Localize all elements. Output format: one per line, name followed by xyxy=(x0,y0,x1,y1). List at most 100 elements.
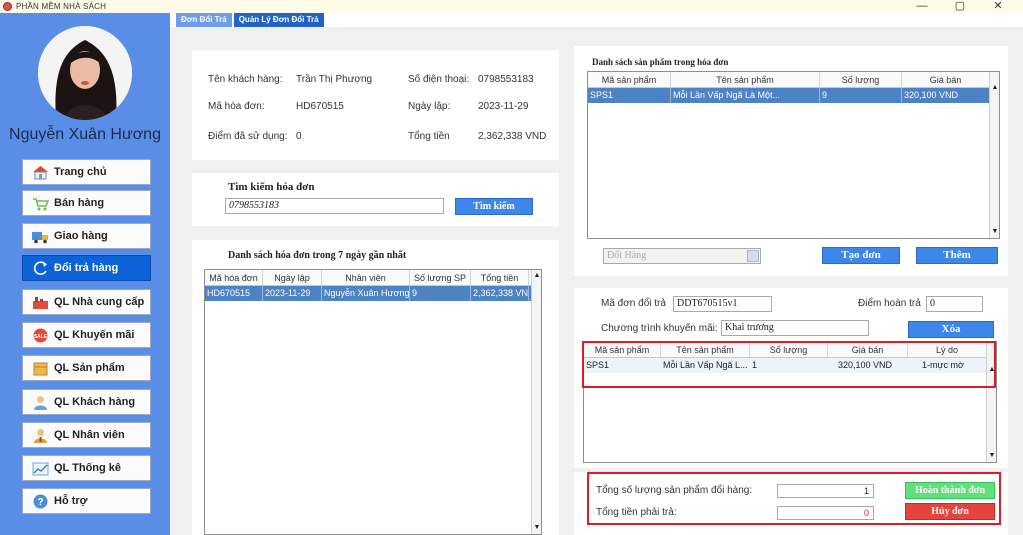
menu-label: Bán hàng xyxy=(54,197,105,209)
table-row[interactable]: SPS1 Mỗi Lần Vấp Ngã Là Một... 9 320,100… xyxy=(588,88,999,103)
table-cell: Mỗi Lần Vấp Ngã Là Một... xyxy=(671,88,820,103)
chevron-down-icon[interactable] xyxy=(747,250,759,262)
return-type-select[interactable]: Đổi Hàng xyxy=(603,248,761,264)
date-value: 2023-11-29 xyxy=(478,101,529,112)
search-title: Tìm kiếm hóa đơn xyxy=(228,181,315,193)
maximize-button[interactable]: ▢ xyxy=(941,0,979,13)
table-row[interactable]: HD670515 2023-11-29 Nguyễn Xuân Hương 9 … xyxy=(205,286,541,301)
scrollbar[interactable]: ▲ ▼ xyxy=(989,72,999,238)
menu-help[interactable]: ? Hỗ trợ xyxy=(22,488,151,514)
refund-points-label: Điểm hoàn trả xyxy=(858,298,921,309)
invoice-label: Mã hóa đơn: xyxy=(208,101,265,112)
scroll-down-icon[interactable]: ▼ xyxy=(532,522,541,534)
cart-icon xyxy=(32,196,50,211)
search-button[interactable]: Tìm kiếm xyxy=(455,198,533,215)
menu-label: Trang chủ xyxy=(54,166,107,178)
column-header[interactable]: Tên sản phẩm xyxy=(671,72,820,87)
menu-label: QL Nhà cung cấp xyxy=(54,296,145,308)
scroll-down-icon[interactable]: ▼ xyxy=(990,226,999,238)
total-value: 2,362,338 VND xyxy=(478,131,547,142)
recent-invoices-table: Mã hóa đơn Ngày lập Nhân viên Số lượng S… xyxy=(204,269,542,535)
column-header[interactable]: Giá bán xyxy=(902,72,990,87)
menu-label: Đổi trả hàng xyxy=(54,262,119,274)
menu-returns[interactable]: Đổi trả hàng xyxy=(22,255,151,281)
window-title: PHẦN MỀM NHÀ SÁCH xyxy=(16,2,107,11)
tab-return-order[interactable]: Đơn Đổi Trả xyxy=(176,13,232,27)
scroll-down-icon[interactable]: ▼ xyxy=(987,450,996,462)
invoice-products-table: Mã sản phẩm Tên sản phẩm Số lượng Giá bá… xyxy=(587,71,1000,239)
scroll-up-icon[interactable]: ▲ xyxy=(532,270,541,282)
scroll-up-icon[interactable]: ▲ xyxy=(990,82,999,94)
tab-bar: Đơn Đổi Trả Quản Lý Đơn Đổi Trả xyxy=(176,13,326,27)
menu-sales[interactable]: Bán hàng xyxy=(22,190,151,216)
points-used-label: Điểm đã sử dụng: xyxy=(208,131,288,142)
chart-icon xyxy=(32,461,49,476)
minimize-button[interactable]: — xyxy=(903,0,941,13)
column-header[interactable]: Số lượng xyxy=(820,72,902,87)
employee-icon xyxy=(32,428,49,443)
tab-manage-returns[interactable]: Quản Lý Đơn Đổi Trả xyxy=(233,13,324,27)
column-header[interactable]: Mã sản phẩm xyxy=(588,72,671,87)
table-cell: 2023-11-29 xyxy=(263,286,322,301)
column-header[interactable]: Mã hóa đơn xyxy=(205,270,263,285)
menu-suppliers[interactable]: QL Nhà cung cấp xyxy=(22,289,151,315)
table-cell: SPS1 xyxy=(588,88,671,103)
menu-employees[interactable]: QL Nhân viên xyxy=(22,422,151,448)
menu-label: QL Thống kê xyxy=(54,462,122,474)
delete-button[interactable]: Xóa xyxy=(908,321,994,338)
customer-name-label: Tên khách hàng: xyxy=(208,74,283,85)
close-button[interactable]: ✕ xyxy=(979,0,1017,13)
menu-label: QL Nhân viên xyxy=(54,429,125,441)
menu-products[interactable]: QL Sản phẩm xyxy=(22,355,151,381)
highlight-box xyxy=(582,341,996,388)
avatar xyxy=(38,26,132,120)
customer-name: Trần Thị Phượng xyxy=(296,74,373,85)
app-icon xyxy=(3,2,12,11)
refund-points-input[interactable]: 0 xyxy=(926,296,983,312)
total-label: Tổng tiền xyxy=(408,131,450,142)
app-window: PHẦN MỀM NHÀ SÁCH — ▢ ✕ Nguyễn Xuân Hươn… xyxy=(0,0,1023,535)
column-header[interactable]: Nhân viên xyxy=(322,270,410,285)
table-cell: 2,362,338 VND xyxy=(471,286,529,301)
return-type-value: Đổi Hàng xyxy=(607,250,647,261)
sale-icon: SALE xyxy=(32,328,49,343)
menu-delivery[interactable]: Giao hàng xyxy=(22,223,151,249)
truck-icon xyxy=(32,229,49,244)
phone-label: Số điện thoại: xyxy=(408,74,470,85)
table-cell: 9 xyxy=(820,88,902,103)
box-icon xyxy=(32,361,49,376)
scrollbar[interactable]: ▲ ▼ xyxy=(531,270,541,534)
points-used-value: 0 xyxy=(296,131,302,142)
search-input[interactable]: 0798553183 xyxy=(225,198,444,214)
menu-label: Hỗ trợ xyxy=(54,495,88,507)
menu-label: QL Khách hàng xyxy=(54,396,136,408)
title-bar: PHẦN MỀM NHÀ SÁCH — ▢ ✕ xyxy=(0,0,1023,13)
menu-label: Giao hàng xyxy=(54,230,108,242)
svg-text:SALE: SALE xyxy=(34,334,48,340)
add-button[interactable]: Thêm xyxy=(916,247,998,264)
customer-icon xyxy=(32,395,49,410)
date-label: Ngày lập: xyxy=(408,101,451,112)
column-header[interactable]: Số lượng SP xyxy=(410,270,471,285)
promo-label: Chương trình khuyến mãi: xyxy=(601,323,718,334)
menu-home[interactable]: Trang chủ xyxy=(22,159,151,185)
column-header[interactable]: Tổng tiền xyxy=(471,270,529,285)
column-header[interactable]: Ngày lập xyxy=(263,270,322,285)
sidebar: Nguyễn Xuân Hương Trang chủ Bán hàng Gia… xyxy=(0,13,170,535)
home-icon xyxy=(32,165,49,180)
table-cell: 320,100 VND xyxy=(902,88,990,103)
create-order-button[interactable]: Tạo đơn xyxy=(822,247,900,264)
return-code-input[interactable]: DDT670515v1 xyxy=(673,296,772,312)
svg-text:?: ? xyxy=(37,497,43,508)
table-cell: Nguyễn Xuân Hương xyxy=(322,286,410,301)
invoice-products-title: Danh sách sản phẩm trong hóa đơn xyxy=(592,57,729,67)
promo-input[interactable]: Khai trương xyxy=(721,320,869,336)
menu-customers[interactable]: QL Khách hàng xyxy=(22,389,151,415)
menu-promotions[interactable]: SALE QL Khuyến mãi xyxy=(22,322,151,348)
return-code-label: Mã đơn đổi trả xyxy=(601,298,666,309)
table-cell: 9 xyxy=(410,286,471,301)
user-name: Nguyễn Xuân Hương xyxy=(9,126,161,143)
phone-value: 0798553183 xyxy=(478,74,534,85)
menu-label: QL Khuyến mãi xyxy=(54,329,135,341)
menu-statistics[interactable]: QL Thống kê xyxy=(22,455,151,481)
